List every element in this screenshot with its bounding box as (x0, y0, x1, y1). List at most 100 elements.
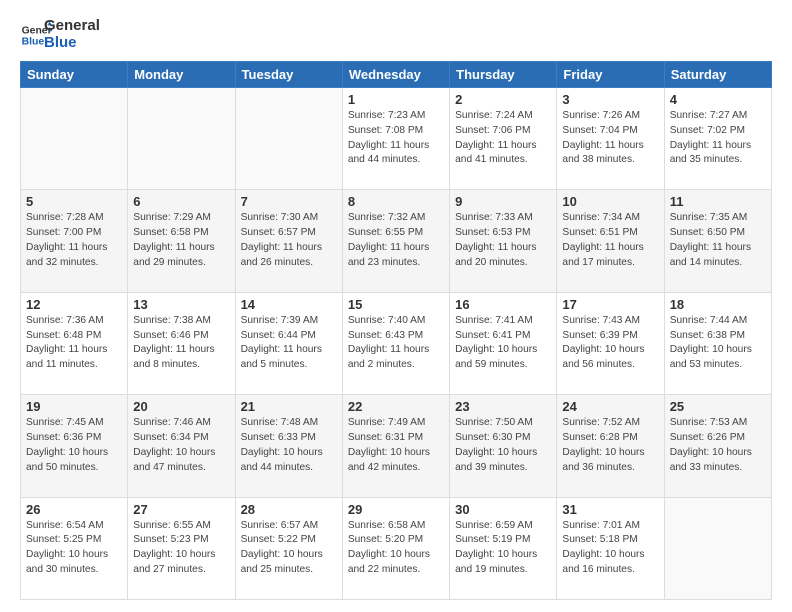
calendar-cell: 3 Sunrise: 7:26 AM Sunset: 7:04 PM Daylig… (557, 88, 664, 190)
calendar-cell (664, 497, 771, 599)
calendar-week-row: 1Sunrise: 7:23 AM Sunset: 7:08 PM Daylig… (21, 88, 772, 190)
calendar-cell (128, 88, 235, 190)
day-number: 15 (348, 297, 444, 312)
weekday-friday: Friday (557, 62, 664, 88)
calendar-cell: 22 Sunrise: 7:49 AM Sunset: 6:31 PM Dayli… (342, 395, 449, 497)
day-number: 29 (348, 502, 444, 517)
day-info: Sunrise: 7:46 AM Sunset: 6:34 PM Dayligh… (133, 416, 229, 475)
day-info: Sunrise: 7:30 AM Sunset: 6:57 PM Dayligh… (241, 211, 337, 270)
day-number: 31 (562, 502, 658, 517)
calendar-week-row: 5Sunrise: 7:28 AM Sunset: 7:00 PM Daylig… (21, 190, 772, 292)
day-info: Sunrise: 7:27 AM Sunset: 7:02 PM Dayligh… (670, 109, 766, 168)
calendar-cell: 2Sunrise: 7:24 AM Sunset: 7:06 PM Daylig… (450, 88, 557, 190)
day-info: Sunrise: 7:39 AM Sunset: 6:44 PM Dayligh… (241, 314, 337, 373)
calendar-cell: 4 Sunrise: 7:27 AM Sunset: 7:02 PM Daylig… (664, 88, 771, 190)
day-number: 4 (670, 92, 766, 107)
day-number: 16 (455, 297, 551, 312)
calendar-cell: 12Sunrise: 7:36 AM Sunset: 6:48 PM Dayli… (21, 292, 128, 394)
day-info: Sunrise: 6:57 AM Sunset: 5:22 PM Dayligh… (241, 519, 337, 578)
calendar-cell (235, 88, 342, 190)
day-info: Sunrise: 7:45 AM Sunset: 6:36 PM Dayligh… (26, 416, 122, 475)
weekday-monday: Monday (128, 62, 235, 88)
calendar-cell: 10 Sunrise: 7:34 AM Sunset: 6:51 PM Dayli… (557, 190, 664, 292)
calendar-cell: 18 Sunrise: 7:44 AM Sunset: 6:38 PM Dayli… (664, 292, 771, 394)
day-info: Sunrise: 7:32 AM Sunset: 6:55 PM Dayligh… (348, 211, 444, 270)
calendar-cell: 27 Sunrise: 6:55 AM Sunset: 5:23 PM Dayli… (128, 497, 235, 599)
day-info: Sunrise: 6:59 AM Sunset: 5:19 PM Dayligh… (455, 519, 551, 578)
day-info: Sunrise: 7:01 AM Sunset: 5:18 PM Dayligh… (562, 519, 658, 578)
day-info: Sunrise: 7:29 AM Sunset: 6:58 PM Dayligh… (133, 211, 229, 270)
calendar-week-row: 12Sunrise: 7:36 AM Sunset: 6:48 PM Dayli… (21, 292, 772, 394)
calendar-week-row: 26 Sunrise: 6:54 AM Sunset: 5:25 PM Dayli… (21, 497, 772, 599)
day-number: 11 (670, 194, 766, 209)
day-info: Sunrise: 6:58 AM Sunset: 5:20 PM Dayligh… (348, 519, 444, 578)
calendar-cell: 14 Sunrise: 7:39 AM Sunset: 6:44 PM Dayli… (235, 292, 342, 394)
day-number: 7 (241, 194, 337, 209)
day-info: Sunrise: 7:40 AM Sunset: 6:43 PM Dayligh… (348, 314, 444, 373)
calendar-cell: 23 Sunrise: 7:50 AM Sunset: 6:30 PM Dayli… (450, 395, 557, 497)
weekday-thursday: Thursday (450, 62, 557, 88)
day-info: Sunrise: 7:23 AM Sunset: 7:08 PM Dayligh… (348, 109, 444, 168)
day-info: Sunrise: 6:54 AM Sunset: 5:25 PM Dayligh… (26, 519, 122, 578)
calendar-cell: 15 Sunrise: 7:40 AM Sunset: 6:43 PM Dayli… (342, 292, 449, 394)
calendar-cell: 17Sunrise: 7:43 AM Sunset: 6:39 PM Dayli… (557, 292, 664, 394)
day-number: 10 (562, 194, 658, 209)
weekday-tuesday: Tuesday (235, 62, 342, 88)
day-info: Sunrise: 7:38 AM Sunset: 6:46 PM Dayligh… (133, 314, 229, 373)
calendar-cell: 21Sunrise: 7:48 AM Sunset: 6:33 PM Dayli… (235, 395, 342, 497)
day-info: Sunrise: 7:49 AM Sunset: 6:31 PM Dayligh… (348, 416, 444, 475)
calendar-cell: 31 Sunrise: 7:01 AM Sunset: 5:18 PM Dayli… (557, 497, 664, 599)
calendar-cell: 13 Sunrise: 7:38 AM Sunset: 6:46 PM Dayli… (128, 292, 235, 394)
day-info: Sunrise: 6:55 AM Sunset: 5:23 PM Dayligh… (133, 519, 229, 578)
calendar-cell: 11 Sunrise: 7:35 AM Sunset: 6:50 PM Dayli… (664, 190, 771, 292)
day-number: 22 (348, 399, 444, 414)
day-number: 27 (133, 502, 229, 517)
day-info: Sunrise: 7:26 AM Sunset: 7:04 PM Dayligh… (562, 109, 658, 168)
calendar-cell: 7 Sunrise: 7:30 AM Sunset: 6:57 PM Daylig… (235, 190, 342, 292)
calendar-cell: 26 Sunrise: 6:54 AM Sunset: 5:25 PM Dayli… (21, 497, 128, 599)
calendar-cell: 20Sunrise: 7:46 AM Sunset: 6:34 PM Dayli… (128, 395, 235, 497)
day-number: 24 (562, 399, 658, 414)
day-number: 18 (670, 297, 766, 312)
day-info: Sunrise: 7:28 AM Sunset: 7:00 PM Dayligh… (26, 211, 122, 270)
day-info: Sunrise: 7:35 AM Sunset: 6:50 PM Dayligh… (670, 211, 766, 270)
day-info: Sunrise: 7:50 AM Sunset: 6:30 PM Dayligh… (455, 416, 551, 475)
day-number: 19 (26, 399, 122, 414)
calendar-cell: 5Sunrise: 7:28 AM Sunset: 7:00 PM Daylig… (21, 190, 128, 292)
day-number: 8 (348, 194, 444, 209)
day-info: Sunrise: 7:34 AM Sunset: 6:51 PM Dayligh… (562, 211, 658, 270)
day-number: 13 (133, 297, 229, 312)
header: General Blue General Blue (20, 18, 772, 51)
day-number: 26 (26, 502, 122, 517)
day-number: 14 (241, 297, 337, 312)
weekday-sunday: Sunday (21, 62, 128, 88)
day-info: Sunrise: 7:53 AM Sunset: 6:26 PM Dayligh… (670, 416, 766, 475)
logo-blue: Blue (44, 35, 100, 52)
day-info: Sunrise: 7:24 AM Sunset: 7:06 PM Dayligh… (455, 109, 551, 168)
day-number: 9 (455, 194, 551, 209)
calendar-cell: 24 Sunrise: 7:52 AM Sunset: 6:28 PM Dayli… (557, 395, 664, 497)
day-number: 23 (455, 399, 551, 414)
page: General Blue General Blue SundayMondayTu… (0, 0, 792, 612)
day-number: 3 (562, 92, 658, 107)
calendar-cell: 29 Sunrise: 6:58 AM Sunset: 5:20 PM Dayli… (342, 497, 449, 599)
day-number: 25 (670, 399, 766, 414)
calendar-cell: 8 Sunrise: 7:32 AM Sunset: 6:55 PM Daylig… (342, 190, 449, 292)
weekday-header-row: SundayMondayTuesdayWednesdayThursdayFrid… (21, 62, 772, 88)
calendar-week-row: 19 Sunrise: 7:45 AM Sunset: 6:36 PM Dayli… (21, 395, 772, 497)
weekday-saturday: Saturday (664, 62, 771, 88)
svg-text:Blue: Blue (22, 36, 45, 47)
calendar-cell: 19 Sunrise: 7:45 AM Sunset: 6:36 PM Dayli… (21, 395, 128, 497)
day-info: Sunrise: 7:36 AM Sunset: 6:48 PM Dayligh… (26, 314, 122, 373)
day-number: 28 (241, 502, 337, 517)
logo: General Blue General Blue (20, 18, 100, 51)
day-info: Sunrise: 7:48 AM Sunset: 6:33 PM Dayligh… (241, 416, 337, 475)
day-info: Sunrise: 7:41 AM Sunset: 6:41 PM Dayligh… (455, 314, 551, 373)
day-info: Sunrise: 7:44 AM Sunset: 6:38 PM Dayligh… (670, 314, 766, 373)
calendar-cell: 1Sunrise: 7:23 AM Sunset: 7:08 PM Daylig… (342, 88, 449, 190)
calendar-cell: 25 Sunrise: 7:53 AM Sunset: 6:26 PM Dayli… (664, 395, 771, 497)
day-number: 17 (562, 297, 658, 312)
day-info: Sunrise: 7:52 AM Sunset: 6:28 PM Dayligh… (562, 416, 658, 475)
day-number: 6 (133, 194, 229, 209)
calendar-cell: 16 Sunrise: 7:41 AM Sunset: 6:41 PM Dayli… (450, 292, 557, 394)
